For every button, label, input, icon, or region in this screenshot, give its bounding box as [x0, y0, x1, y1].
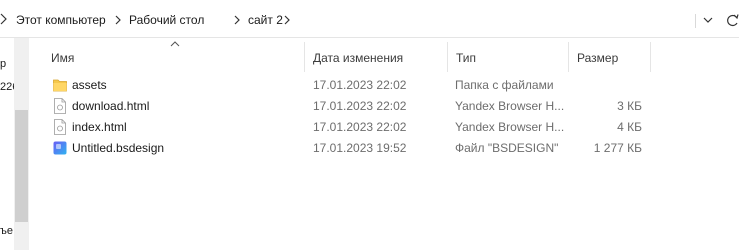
file-size: 4 КБ — [617, 120, 642, 134]
nav-pane-item-fragment[interactable]: ъе — [0, 225, 14, 237]
chevron-down-icon[interactable] — [703, 15, 713, 25]
chevron-right-icon[interactable] — [0, 12, 8, 26]
column-header-name[interactable]: Имя — [51, 51, 74, 65]
file-row[interactable]: download.html 17.01.2023 22:02 Yandex Br… — [50, 96, 650, 116]
file-type: Файл "BSDESIGN" — [455, 141, 559, 155]
file-type: Yandex Browser H... — [455, 120, 565, 134]
file-row[interactable]: Untitled.bsdesign 17.01.2023 19:52 Файл … — [50, 138, 650, 158]
scrollbar-thumb[interactable] — [15, 110, 28, 222]
refresh-icon[interactable] — [727, 13, 739, 27]
file-name[interactable]: download.html — [72, 99, 149, 113]
column-header-type[interactable]: Тип — [456, 51, 476, 65]
breadcrumb-item-this-pc[interactable]: Этот компьютер — [16, 13, 106, 27]
column-header-date[interactable]: Дата изменения — [313, 51, 403, 65]
file-type: Yandex Browser H... — [455, 99, 565, 113]
file-size: 1 277 КБ — [593, 141, 642, 155]
column-divider[interactable] — [304, 42, 305, 72]
breadcrumb-item-current-folder[interactable]: сайт 2 — [248, 13, 283, 27]
file-name[interactable]: assets — [72, 78, 107, 92]
column-divider[interactable] — [650, 42, 651, 72]
address-bar-divider — [695, 14, 696, 28]
column-divider[interactable] — [447, 42, 448, 72]
navigation-pane-scrollbar[interactable] — [14, 38, 29, 250]
html-file-icon — [54, 98, 66, 114]
nav-pane-item-fragment[interactable]: р — [0, 58, 14, 70]
breadcrumb-separator-icon[interactable] — [114, 14, 122, 26]
file-size: 3 КБ — [617, 99, 642, 113]
address-bar[interactable]: Этот компьютер Рабочий стол сайт 2 — [0, 0, 739, 38]
file-date: 17.01.2023 22:02 — [313, 78, 407, 92]
file-date: 17.01.2023 19:52 — [313, 141, 407, 155]
file-date: 17.01.2023 22:02 — [313, 120, 407, 134]
file-row[interactable]: index.html 17.01.2023 22:02 Yandex Brows… — [50, 117, 650, 137]
file-type: Папка с файлами — [455, 78, 554, 92]
file-date: 17.01.2023 22:02 — [313, 99, 407, 113]
breadcrumb-separator-icon[interactable] — [283, 14, 291, 26]
navigation-pane[interactable]: р 226 ъе — [0, 38, 14, 250]
file-row[interactable]: assets 17.01.2023 22:02 Папка с файлами — [50, 75, 650, 95]
folder-icon — [53, 79, 67, 92]
file-name[interactable]: index.html — [72, 120, 127, 134]
html-file-icon — [54, 119, 66, 135]
nav-pane-item-fragment[interactable]: 226 — [0, 81, 14, 93]
column-divider[interactable] — [568, 42, 569, 72]
sort-ascending-icon — [170, 41, 180, 47]
breadcrumb-separator-icon[interactable] — [233, 14, 241, 26]
column-header-size[interactable]: Размер — [577, 51, 618, 65]
breadcrumb-item-desktop[interactable]: Рабочий стол — [129, 13, 204, 27]
bsdesign-file-icon — [53, 141, 67, 155]
file-name[interactable]: Untitled.bsdesign — [72, 141, 164, 155]
